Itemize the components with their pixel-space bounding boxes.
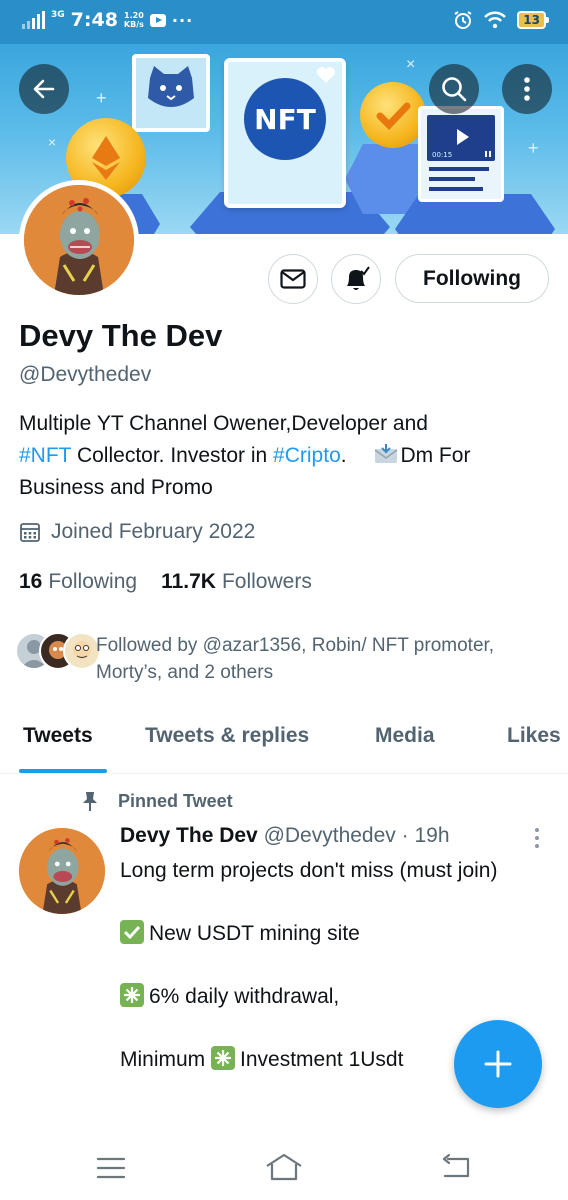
envelope-icon	[280, 269, 306, 289]
svg-text:00:15: 00:15	[432, 151, 452, 159]
follow-stats: 16 Following 11.7K Followers	[19, 570, 312, 594]
tab-media[interactable]: Media	[375, 724, 435, 748]
check-mark-button-icon	[120, 920, 144, 944]
ape-avatar-image	[24, 185, 134, 295]
hashtag-cripto[interactable]: #Cripto	[273, 444, 341, 467]
hashtag-nft[interactable]: #NFT	[19, 444, 71, 467]
more-vertical-icon	[524, 77, 530, 101]
tweet-time: · 19h	[401, 824, 450, 847]
followers-count-link[interactable]: 11.7K Followers	[161, 570, 312, 594]
followed-by-avatars[interactable]	[15, 632, 101, 670]
bio-text: .	[340, 444, 347, 467]
wifi-icon	[484, 11, 507, 29]
tab-tweets[interactable]: Tweets	[23, 724, 93, 748]
tweet-author-handle[interactable]: @Devythedev	[264, 824, 396, 847]
incoming-envelope-icon	[374, 444, 398, 463]
home-icon	[266, 1153, 302, 1181]
profile-name: Devy The Dev	[19, 318, 223, 353]
back-button[interactable]	[19, 64, 69, 114]
following-button[interactable]: Following	[395, 254, 549, 303]
profile-avatar[interactable]	[19, 180, 139, 300]
notifications-button[interactable]	[331, 254, 381, 304]
recent-apps-button[interactable]	[96, 1156, 126, 1185]
profile-bio: Multiple YT Channel Owener,Developer and…	[19, 408, 549, 504]
tweet-header: Devy The Dev @Devythedev · 19h	[120, 824, 450, 848]
profile-handle: @Devythedev	[19, 363, 152, 386]
tweet-author-avatar[interactable]	[19, 828, 105, 914]
nft-card: NFT	[224, 58, 346, 208]
youtube-icon	[149, 13, 166, 27]
battery-indicator: 13	[517, 11, 549, 29]
tweet-paragraph: New USDT mining site	[120, 918, 520, 950]
tab-likes[interactable]: Likes	[507, 724, 561, 748]
profile-tabs: Tweets Tweets & replies Media Likes	[0, 718, 568, 774]
tweet-more-button[interactable]	[533, 828, 541, 848]
followed-by-text[interactable]: Followed by @azar1356, Robin/ NFT promot…	[96, 632, 546, 686]
bell-check-icon	[347, 266, 370, 290]
arrow-left-icon	[33, 79, 55, 99]
bio-text: Multiple YT Channel Owener,Developer and	[19, 412, 428, 435]
menu-icon	[96, 1157, 126, 1179]
more-options-button[interactable]	[502, 64, 552, 114]
calendar-icon	[20, 523, 40, 542]
bio-text: Collector. Investor in	[71, 444, 274, 467]
home-button[interactable]	[264, 1152, 304, 1187]
alarm-icon	[454, 11, 472, 29]
tweet-paragraph: 6% daily withdrawal,	[120, 981, 520, 1013]
system-navigation-bar	[0, 1136, 568, 1200]
pinned-tweet-label: Pinned Tweet	[80, 790, 233, 812]
joined-text: Joined February 2022	[51, 520, 256, 543]
heart-icon	[317, 67, 335, 83]
pin-icon	[83, 792, 97, 811]
sparkle-icon	[120, 983, 144, 1007]
network-speed: 1.20 KB/s	[123, 11, 144, 29]
following-count-link[interactable]: 16 Following	[19, 570, 137, 594]
cat-icon	[148, 66, 194, 107]
nft-badge: NFT	[244, 78, 326, 160]
bio-text: Business and Promo	[19, 476, 213, 499]
status-bar: 3G 7:48 1.20 KB/s ··· 13	[0, 0, 568, 44]
clock: 7:48	[70, 9, 118, 31]
joined-date: Joined February 2022	[19, 520, 255, 544]
tab-tweets-and-replies[interactable]: Tweets & replies	[145, 724, 309, 748]
compose-tweet-button[interactable]	[454, 1020, 542, 1108]
plus-icon	[484, 1050, 512, 1078]
search-icon	[442, 77, 467, 102]
active-tab-indicator	[19, 769, 107, 773]
message-button[interactable]	[268, 254, 318, 304]
search-button[interactable]	[429, 64, 479, 114]
check-coin	[360, 82, 426, 148]
ape-avatar-image	[19, 828, 105, 914]
bio-text: Dm For	[400, 444, 471, 467]
network-type: 3G	[51, 9, 65, 20]
back-nav-icon	[442, 1153, 470, 1178]
video-card: 00:15	[418, 106, 504, 202]
back-nav-button[interactable]	[440, 1153, 472, 1185]
more-notifications-icon: ···	[171, 10, 194, 30]
tweet-author-name[interactable]: Devy The Dev	[120, 824, 258, 847]
sparkle-icon	[211, 1046, 236, 1070]
tweet-paragraph: Long term projects don't miss (must join…	[120, 859, 498, 882]
signal-icon	[22, 11, 45, 29]
